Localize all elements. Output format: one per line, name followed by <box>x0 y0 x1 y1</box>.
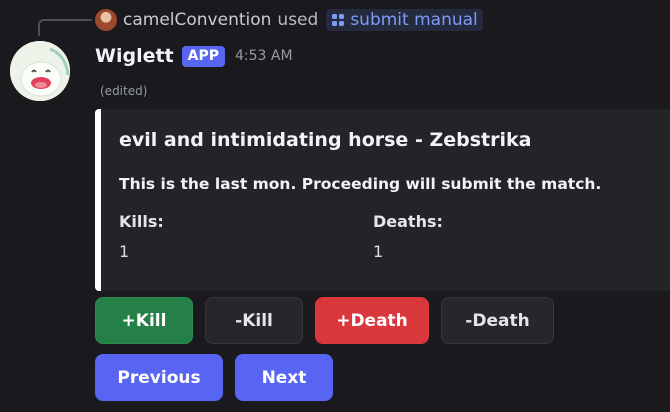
reply-username[interactable]: camelConvention <box>123 10 271 30</box>
reply-reference[interactable]: camelConvention used submit manual <box>95 8 483 32</box>
reply-user-avatar[interactable] <box>95 9 117 31</box>
remove-kill-button[interactable]: -Kill <box>205 297 303 344</box>
reply-used-text: used <box>277 10 319 30</box>
message-timestamp[interactable]: 4:53 AM <box>235 48 293 64</box>
wiglett-avatar-icon <box>10 41 70 101</box>
embed-description: This is the last mon. Proceeding will su… <box>119 175 602 193</box>
edited-label: (edited) <box>100 84 148 98</box>
previous-button[interactable]: Previous <box>95 354 223 401</box>
remove-death-button[interactable]: -Death <box>441 297 554 344</box>
field-name-deaths: Deaths: <box>373 212 443 231</box>
command-name: submit manual <box>350 10 478 30</box>
field-value-deaths: 1 <box>373 242 384 261</box>
command-mention[interactable]: submit manual <box>326 9 483 31</box>
field-name-kills: Kills: <box>119 212 164 231</box>
add-death-button[interactable]: +Death <box>315 297 429 344</box>
add-kill-button[interactable]: +Kill <box>95 297 193 344</box>
embed-title: evil and intimidating horse - Zebstrika <box>119 129 532 151</box>
message-header: Wiglett APP 4:53 AM <box>95 43 293 69</box>
reply-connector <box>38 19 92 36</box>
next-button[interactable]: Next <box>235 354 333 401</box>
author-avatar[interactable] <box>10 41 70 101</box>
message-embed: evil and intimidating horse - Zebstrika … <box>95 109 670 291</box>
field-value-kills: 1 <box>119 242 130 261</box>
app-badge: APP <box>181 45 225 67</box>
author-name[interactable]: Wiglett <box>95 45 174 67</box>
slash-command-icon <box>332 14 345 26</box>
